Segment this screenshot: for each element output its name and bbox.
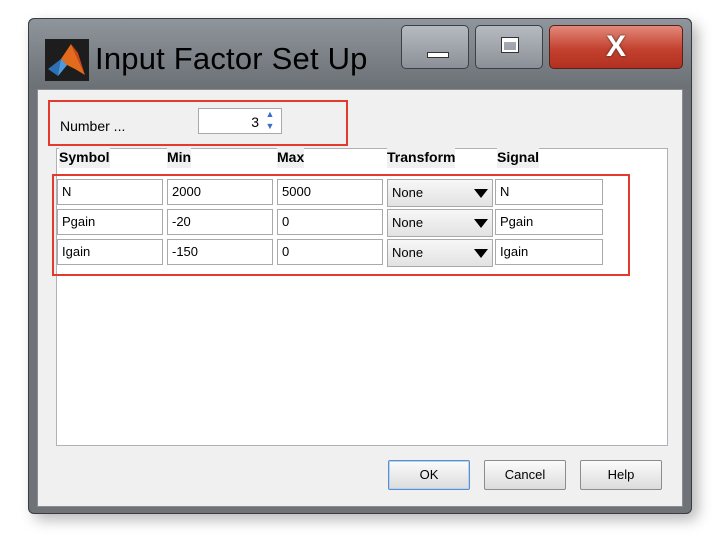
title-bar[interactable]: Input Factor Set Up X bbox=[29, 19, 691, 89]
close-button[interactable]: X bbox=[549, 25, 683, 69]
matlab-logo-icon bbox=[45, 39, 89, 81]
column-header-signal: Signal bbox=[497, 148, 540, 168]
maximize-icon bbox=[501, 37, 519, 53]
column-header-symbol: Symbol bbox=[59, 148, 110, 168]
cancel-button[interactable]: Cancel bbox=[484, 460, 566, 490]
maximize-button[interactable] bbox=[475, 25, 543, 69]
minimize-icon bbox=[427, 52, 449, 58]
help-button[interactable]: Help bbox=[580, 460, 662, 490]
dialog-window: Input Factor Set Up X Number ... 3 ▲ ▼ S… bbox=[28, 18, 692, 514]
highlight-box-table-rows bbox=[52, 174, 630, 276]
column-header-max: Max bbox=[277, 148, 305, 168]
close-icon: X bbox=[605, 30, 626, 63]
highlight-box-number bbox=[48, 100, 348, 146]
minimize-button[interactable] bbox=[401, 25, 469, 69]
column-header-min: Min bbox=[167, 148, 192, 168]
window-title: Input Factor Set Up bbox=[95, 41, 368, 76]
column-header-transform: Transform bbox=[387, 148, 456, 168]
ok-button[interactable]: OK bbox=[388, 460, 470, 490]
dialog-content: Number ... 3 ▲ ▼ Symbol Min Max Transfor… bbox=[37, 89, 683, 507]
